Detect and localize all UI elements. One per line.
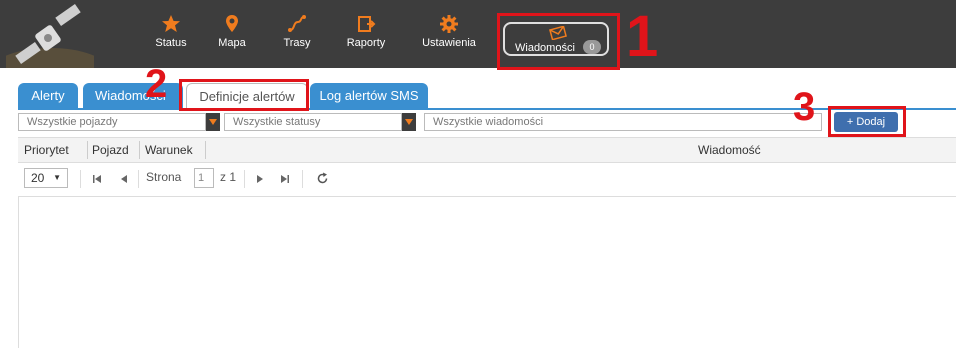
annotation-box-2: [179, 79, 309, 111]
route-icon: [288, 15, 306, 32]
column-wiadomosc[interactable]: Wiadomość: [698, 138, 761, 162]
page-total-label: z 1: [220, 170, 237, 184]
annotation-number-3: 3: [793, 85, 816, 129]
top-navigation-bar: Status Mapa Trasy Raporty Ustawienia Wia…: [0, 0, 956, 68]
grid-body-border: [18, 196, 19, 348]
messages-filter[interactable]: Wszystkie wiadomości: [424, 113, 822, 131]
annotation-number-2: 2: [145, 62, 168, 106]
vehicles-filter[interactable]: Wszystkie pojazdy: [18, 113, 206, 131]
pager-separator: [302, 170, 303, 188]
pager-separator: [80, 170, 81, 188]
annotation-number-1: 1: [626, 4, 659, 69]
nav-ustawienia-label: Ustawienia: [422, 37, 476, 49]
gear-icon: [440, 15, 458, 33]
tab-log-alertow-sms[interactable]: Log alertów SMS: [310, 83, 428, 109]
column-pojazd[interactable]: Pojazd: [92, 138, 129, 162]
star-icon: [162, 15, 180, 32]
previous-page-icon[interactable]: [120, 174, 128, 184]
nav-trasy-label: Trasy: [283, 37, 311, 49]
vehicles-dropdown-button[interactable]: [206, 113, 220, 131]
report-icon: [358, 16, 376, 32]
satellite-logo: [6, 4, 94, 68]
page-size-select[interactable]: 20 ▼: [24, 168, 68, 188]
nav-raporty[interactable]: Raporty: [331, 12, 401, 60]
nav-status-label: Status: [155, 37, 187, 49]
next-page-icon[interactable]: [256, 174, 264, 184]
page-label: Strona: [146, 170, 182, 184]
page-size-value: 20: [31, 171, 45, 185]
annotation-box-1: [497, 13, 620, 70]
nav-raporty-label: Raporty: [346, 37, 386, 49]
nav-ustawienia[interactable]: Ustawienia: [414, 12, 484, 60]
last-page-icon[interactable]: [280, 174, 290, 184]
refresh-icon[interactable]: [316, 172, 329, 185]
pager-separator: [244, 170, 245, 188]
tab-underline: [18, 108, 956, 110]
nav-mapa[interactable]: Mapa: [197, 12, 267, 60]
nav-mapa-label: Mapa: [218, 37, 246, 49]
column-priorytet[interactable]: Priorytet: [24, 138, 69, 162]
tab-alerty[interactable]: Alerty: [18, 83, 78, 109]
chevron-down-icon: ▼: [53, 173, 61, 182]
tab-wiadomosci[interactable]: Wiadomości: [83, 83, 183, 109]
annotation-box-3: [828, 106, 906, 137]
chevron-down-icon: [405, 119, 413, 125]
column-warunek[interactable]: Warunek: [145, 138, 193, 162]
grid-header: Priorytet Pojazd Warunek Wiadomość: [18, 137, 956, 163]
map-pin-icon: [226, 15, 238, 32]
chevron-down-icon: [209, 119, 217, 125]
column-separator: [139, 141, 140, 159]
pager: 20 ▼ Strona 1 z 1: [18, 162, 956, 197]
pager-separator: [138, 170, 139, 188]
page-number-input[interactable]: 1: [194, 168, 214, 188]
column-separator: [205, 141, 206, 159]
column-separator: [87, 141, 88, 159]
nav-status[interactable]: Status: [136, 12, 206, 60]
statuses-dropdown-button[interactable]: [402, 113, 416, 131]
statuses-filter[interactable]: Wszystkie statusy: [224, 113, 402, 131]
first-page-icon[interactable]: [92, 174, 102, 184]
nav-trasy[interactable]: Trasy: [262, 12, 332, 60]
